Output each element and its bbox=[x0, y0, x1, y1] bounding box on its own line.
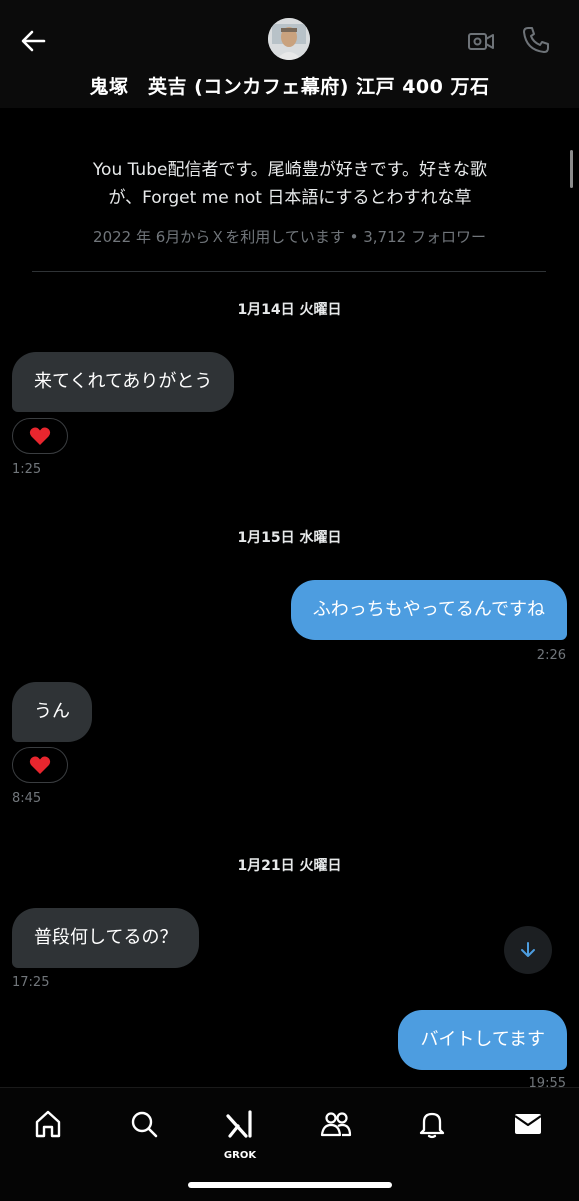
message-timestamp: 17:25 bbox=[12, 975, 50, 990]
home-indicator[interactable] bbox=[188, 1182, 392, 1188]
conversation-title: 鬼塚 英吉 (コンカフェ幕府) 江戸 400 万石 bbox=[89, 76, 490, 98]
nav-messages[interactable] bbox=[508, 1104, 548, 1144]
video-camera-icon bbox=[468, 33, 494, 50]
avatar[interactable] bbox=[268, 18, 310, 60]
nav-search[interactable] bbox=[124, 1104, 164, 1144]
avatar-image bbox=[268, 18, 310, 60]
profile-bio-line: が、Forget me not 日本語にするとわすれな草 bbox=[108, 188, 472, 208]
voice-call-button[interactable] bbox=[520, 24, 552, 56]
message-bubble-received[interactable]: 来てくれてありがとう bbox=[12, 352, 235, 412]
phone-icon bbox=[523, 27, 549, 53]
arrow-left-icon bbox=[21, 30, 46, 52]
video-call-button[interactable] bbox=[466, 26, 496, 56]
heart-icon bbox=[29, 427, 51, 445]
message-timestamp: 8:45 bbox=[12, 791, 42, 806]
arrow-down-icon bbox=[521, 942, 535, 957]
profile-bio-line: You Tube配信者です。尾崎豊が好きです。好きな歌 bbox=[92, 160, 488, 180]
scrollbar[interactable] bbox=[570, 150, 573, 188]
date-header: 1月15日 水曜日 bbox=[237, 530, 342, 546]
grok-icon bbox=[226, 1110, 252, 1138]
search-icon bbox=[131, 1111, 158, 1138]
reaction-heart[interactable] bbox=[12, 418, 68, 454]
date-header: 1月14日 火曜日 bbox=[237, 302, 342, 318]
back-button[interactable] bbox=[18, 26, 48, 56]
message-timestamp: 2:26 bbox=[536, 648, 566, 663]
people-icon bbox=[320, 1112, 352, 1137]
envelope-icon bbox=[514, 1114, 542, 1134]
scroll-to-bottom-button[interactable] bbox=[504, 926, 552, 974]
nav-grok[interactable]: GROK bbox=[220, 1104, 260, 1161]
nav-home[interactable] bbox=[28, 1104, 68, 1144]
home-icon bbox=[35, 1110, 61, 1138]
heart-icon bbox=[29, 756, 51, 774]
nav-communities[interactable] bbox=[316, 1104, 356, 1144]
divider bbox=[32, 271, 546, 272]
message-bubble-received[interactable]: 普段何してるの？ bbox=[12, 908, 200, 968]
profile-bio: You Tube配信者です。尾崎豊が好きです。好きな歌 が、Forget me … bbox=[30, 156, 550, 212]
message-timestamp: 1:25 bbox=[12, 462, 42, 477]
conversation-header: 鬼塚 英吉 (コンカフェ幕府) 江戸 400 万石 bbox=[0, 0, 579, 108]
reaction-heart[interactable] bbox=[12, 747, 68, 783]
message-bubble-sent[interactable]: バイトしてます bbox=[398, 1010, 567, 1070]
date-header: 1月21日 火曜日 bbox=[237, 858, 342, 874]
nav-notifications[interactable] bbox=[412, 1104, 452, 1144]
nav-grok-label: GROK bbox=[223, 1150, 257, 1161]
message-bubble-sent[interactable]: ふわっちもやってるんですね bbox=[290, 580, 567, 640]
message-bubble-received[interactable]: うん bbox=[12, 682, 92, 742]
bell-icon bbox=[419, 1112, 445, 1139]
profile-meta: 2022 年 6月からＸを利用しています • 3,712 フォロワー bbox=[93, 228, 486, 246]
